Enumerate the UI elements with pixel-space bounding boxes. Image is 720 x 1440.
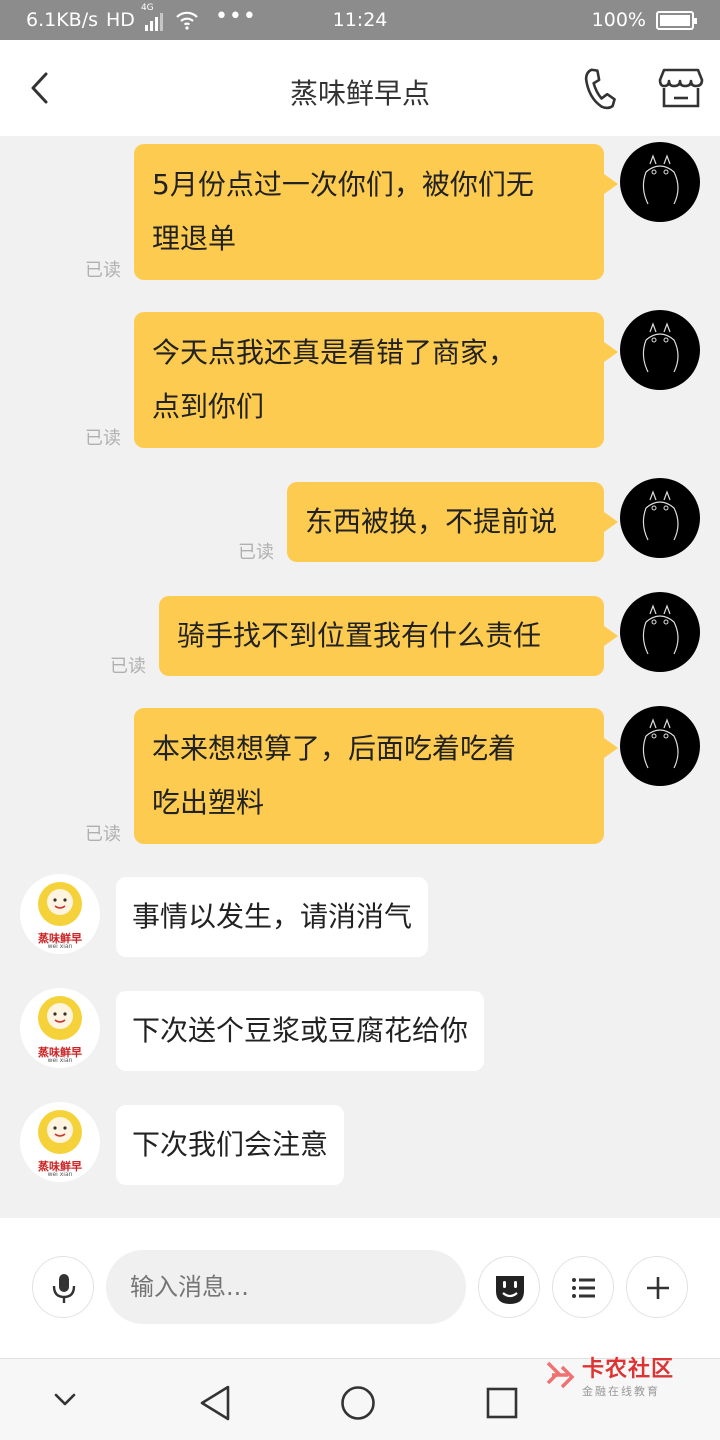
system-nav-bar: 卡农社区 金融在线教育 <box>0 1357 720 1440</box>
read-status: 已读 <box>85 428 121 449</box>
shop-message-bubble[interactable]: 事情以发生，请消消气 <box>116 877 429 957</box>
message-line: 骑手找不到位置我有什么责任 <box>177 619 542 652</box>
add-button[interactable] <box>626 1256 688 1318</box>
store-icon[interactable] <box>658 66 704 110</box>
my-message-bubble[interactable]: 本来想想算了，后面吃着吃着 吃出塑料 <box>134 708 618 844</box>
shop-logo-sub: wei xian <box>47 1171 73 1178</box>
microphone-icon <box>52 1274 76 1303</box>
my-message-bubble[interactable]: 5月份点过一次你们，被你们无 理退单 <box>134 144 618 280</box>
message-line: 今天点我还真是看错了商家， <box>152 336 517 369</box>
emoji-icon <box>496 1276 524 1304</box>
my-message-bubble[interactable]: 骑手找不到位置我有什么责任 <box>159 596 618 676</box>
user-avatar[interactable] <box>620 142 700 222</box>
user-avatar[interactable] <box>620 706 700 786</box>
shop-avatar[interactable]: 蒸味鲜早 wei xian <box>20 988 100 1068</box>
read-status: 已读 <box>238 542 274 563</box>
plus-icon <box>647 1277 669 1299</box>
phone-icon[interactable] <box>578 66 620 110</box>
totoro-icon <box>642 154 679 205</box>
my-message-bubble[interactable]: 今天点我还真是看错了商家， 点到你们 <box>134 312 618 448</box>
recent-apps-icon[interactable] <box>482 1383 522 1423</box>
totoro-icon <box>642 718 679 769</box>
watermark: 卡农社区 金融在线教育 <box>540 1351 674 1399</box>
shop-avatar[interactable]: 蒸味鲜早 wei xian <box>20 874 100 954</box>
message-input-bar <box>0 1218 720 1358</box>
read-status: 已读 <box>85 824 121 845</box>
message-input[interactable] <box>106 1250 466 1324</box>
totoro-icon <box>642 490 679 541</box>
emoji-button[interactable] <box>478 1256 540 1318</box>
watermark-logo-icon <box>546 1361 575 1389</box>
shop-message-bubble[interactable]: 下次送个豆浆或豆腐花给你 <box>116 991 485 1071</box>
totoro-icon <box>642 322 679 373</box>
message-line: 本来想想算了，后面吃着吃着 <box>152 732 517 765</box>
watermark-subtitle: 金融在线教育 <box>582 1385 660 1398</box>
message-line: 东西被换，不提前说 <box>305 505 558 538</box>
read-status: 已读 <box>85 260 121 281</box>
battery-percent: 100% <box>591 9 646 31</box>
home-nav-icon[interactable] <box>338 1383 378 1423</box>
message-line: 理退单 <box>152 222 237 255</box>
shop-message-bubble[interactable]: 下次我们会注意 <box>116 1105 345 1185</box>
watermark-title: 卡农社区 <box>582 1357 675 1382</box>
voice-button[interactable] <box>32 1256 94 1318</box>
back-nav-icon[interactable] <box>196 1383 236 1423</box>
message-line: 吃出塑料 <box>152 786 265 819</box>
menu-button[interactable] <box>552 1256 614 1318</box>
message-line: 点到你们 <box>152 390 265 423</box>
battery-icon <box>656 10 697 30</box>
list-icon <box>572 1278 595 1298</box>
status-bar: 6.1KB/s HD 4G ••• 11:24 100% <box>0 0 720 40</box>
shop-logo-sub: wei xian <box>47 1057 73 1064</box>
chat-header: 蒸味鲜早点 <box>0 40 720 136</box>
user-avatar[interactable] <box>620 310 700 390</box>
user-avatar[interactable] <box>620 592 700 672</box>
my-message-bubble[interactable]: 东西被换，不提前说 <box>287 482 618 562</box>
chat-area[interactable]: 5月份点过一次你们，被你们无 理退单 已读 今天点我还真是看错了商家， 点到你们… <box>0 136 720 1218</box>
chevron-down-icon[interactable] <box>50 1387 80 1413</box>
shop-avatar[interactable]: 蒸味鲜早 wei xian <box>20 1102 100 1182</box>
read-status: 已读 <box>110 656 146 677</box>
totoro-icon <box>642 604 679 655</box>
user-avatar[interactable] <box>620 478 700 558</box>
message-line: 5月份点过一次你们，被你们无 <box>152 168 534 201</box>
shop-logo-sub: wei xian <box>47 943 73 950</box>
